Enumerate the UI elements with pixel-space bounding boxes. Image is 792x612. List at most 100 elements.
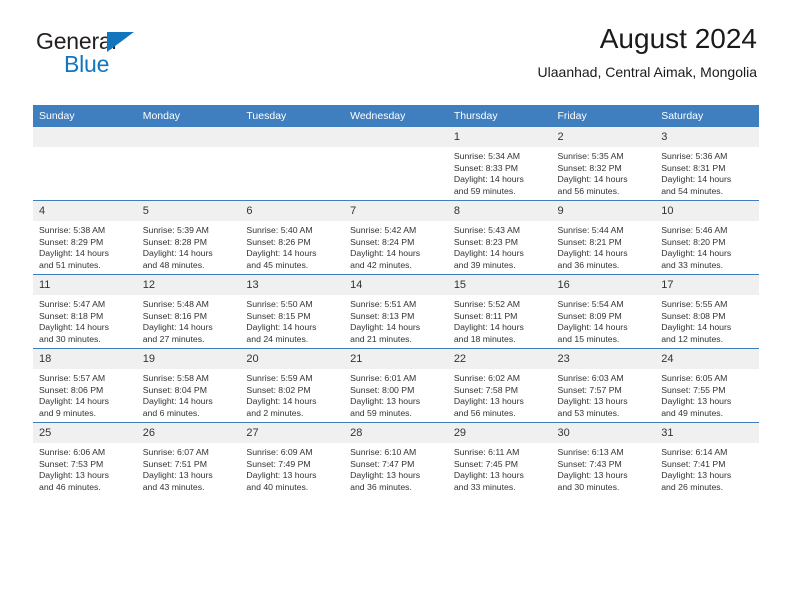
weekday-header-friday: Friday [551, 105, 656, 127]
sunrise-text: Sunrise: 5:35 AM [557, 151, 624, 161]
daylight-text-line1: Daylight: 13 hours [661, 396, 732, 407]
day-cell[interactable]: 29 Sunrise: 6:11 AM Sunset: 7:45 PM Dayligh… [447, 422, 552, 496]
daylight-text-line2: and 39 minutes. [453, 259, 516, 270]
daylight-text-line2: and 48 minutes. [142, 259, 205, 270]
sunset-text: Sunset: 8:24 PM [350, 236, 415, 247]
daylight-text-line1: Daylight: 14 hours [246, 396, 317, 407]
sunset-text: Sunset: 8:04 PM [142, 384, 207, 395]
logo-text-general: General [36, 28, 117, 54]
weekday-header-thursday: Thursday [447, 105, 552, 127]
day-details: Sunrise: 5:52 AM Sunset: 8:11 PM Daylight:… [448, 295, 552, 345]
calendar-week-row: 25 Sunrise: 6:06 AM Sunset: 7:53 PM Dayligh… [33, 422, 759, 496]
day-details: Sunrise: 5:43 AM Sunset: 8:23 PM Daylight:… [448, 221, 552, 271]
weekday-header-saturday: Saturday [655, 105, 759, 127]
day-cell[interactable]: 16 Sunrise: 5:54 AM Sunset: 8:09 PM Dayligh… [551, 274, 656, 349]
daylight-text-line2: and 30 minutes. [39, 333, 101, 344]
daylight-text-line1: Daylight: 14 hours [350, 248, 421, 259]
daylight-text-line1: Daylight: 14 hours [142, 322, 213, 333]
day-cell[interactable]: 25 Sunrise: 6:06 AM Sunset: 7:53 PM Dayligh… [33, 422, 137, 496]
logo-triangle-icon [107, 32, 134, 52]
day-cell[interactable]: 6 Sunrise: 5:40 AM Sunset: 8:26 PM Daylight… [240, 200, 345, 275]
day-details: Sunrise: 5:47 AM Sunset: 8:18 PM Daylight:… [33, 295, 137, 345]
logo-text-blue: Blue [64, 51, 110, 77]
day-number: 7 [344, 201, 448, 221]
day-cell[interactable]: 10 Sunrise: 5:46 AM Sunset: 8:20 PM Dayligh… [655, 200, 759, 275]
day-cell[interactable]: 30 Sunrise: 6:13 AM Sunset: 7:43 PM Dayligh… [551, 422, 656, 496]
day-cell[interactable]: 3 Sunrise: 5:36 AM Sunset: 8:31 PM Daylight… [655, 127, 759, 201]
sunrise-text: Sunrise: 5:40 AM [246, 225, 313, 235]
day-cell[interactable]: 11 Sunrise: 5:47 AM Sunset: 8:18 PM Dayligh… [33, 274, 137, 349]
day-cell[interactable]: 14 Sunrise: 5:51 AM Sunset: 8:13 PM Dayligh… [344, 274, 448, 349]
day-number: 13 [240, 275, 345, 295]
day-details: Sunrise: 5:58 AM Sunset: 8:04 PM Daylight:… [137, 369, 241, 419]
day-number [33, 127, 137, 147]
day-number: 30 [551, 423, 656, 443]
day-details [33, 147, 137, 151]
day-cell[interactable]: 1 Sunrise: 5:34 AM Sunset: 8:33 PM Daylight… [447, 127, 552, 201]
day-number: 26 [136, 423, 241, 443]
calendar-week-row: 11 Sunrise: 5:47 AM Sunset: 8:18 PM Dayligh… [33, 274, 759, 349]
day-details: Sunrise: 5:42 AM Sunset: 8:24 PM Daylight:… [344, 221, 448, 271]
day-cell[interactable]: 7 Sunrise: 5:42 AM Sunset: 8:24 PM Daylight… [344, 200, 448, 275]
sunset-text: Sunset: 8:18 PM [39, 310, 104, 321]
day-cell[interactable]: 28 Sunrise: 6:10 AM Sunset: 7:47 PM Dayligh… [344, 422, 448, 496]
day-cell[interactable]: 27 Sunrise: 6:09 AM Sunset: 7:49 PM Dayligh… [240, 422, 345, 496]
day-cell[interactable]: 15 Sunrise: 5:52 AM Sunset: 8:11 PM Dayligh… [447, 274, 552, 349]
weekday-header-tuesday: Tuesday [240, 105, 345, 127]
generalblue-logo[interactable]: General Blue [36, 30, 236, 78]
day-cell[interactable]: 5 Sunrise: 5:39 AM Sunset: 8:28 PM Daylight… [136, 200, 241, 275]
day-details: Sunrise: 5:50 AM Sunset: 8:15 PM Daylight:… [240, 295, 344, 345]
sunrise-text: Sunrise: 6:02 AM [453, 373, 520, 383]
sunrise-text: Sunrise: 5:38 AM [39, 225, 106, 235]
sunset-text: Sunset: 8:21 PM [557, 236, 622, 247]
day-number: 2 [551, 127, 656, 147]
day-cell[interactable]: 8 Sunrise: 5:43 AM Sunset: 8:23 PM Daylight… [447, 200, 552, 275]
day-cell[interactable]: 19 Sunrise: 5:58 AM Sunset: 8:04 PM Dayligh… [136, 348, 241, 423]
day-cell[interactable] [240, 127, 345, 201]
day-cell[interactable]: 23 Sunrise: 6:03 AM Sunset: 7:57 PM Dayligh… [551, 348, 656, 423]
day-cell[interactable]: 9 Sunrise: 5:44 AM Sunset: 8:21 PM Daylight… [551, 200, 656, 275]
day-number: 22 [447, 349, 552, 369]
sunset-text: Sunset: 8:32 PM [557, 162, 622, 173]
daylight-text-line1: Daylight: 14 hours [142, 248, 213, 259]
day-cell[interactable]: 22 Sunrise: 6:02 AM Sunset: 7:58 PM Dayligh… [447, 348, 552, 423]
day-cell[interactable]: 12 Sunrise: 5:48 AM Sunset: 8:16 PM Dayligh… [136, 274, 241, 349]
sunset-text: Sunset: 8:29 PM [39, 236, 104, 247]
daylight-text-line2: and 53 minutes. [557, 407, 620, 418]
daylight-text-line2: and 56 minutes. [453, 407, 516, 418]
day-cell[interactable]: 17 Sunrise: 5:55 AM Sunset: 8:08 PM Dayligh… [655, 274, 759, 349]
sunset-text: Sunset: 8:20 PM [661, 236, 726, 247]
day-number: 16 [551, 275, 656, 295]
day-cell[interactable] [33, 127, 137, 201]
day-details [240, 147, 344, 151]
day-cell[interactable]: 20 Sunrise: 5:59 AM Sunset: 8:02 PM Dayligh… [240, 348, 345, 423]
day-cell[interactable]: 18 Sunrise: 5:57 AM Sunset: 8:06 PM Dayligh… [33, 348, 137, 423]
day-details: Sunrise: 5:44 AM Sunset: 8:21 PM Daylight:… [552, 221, 656, 271]
sunrise-text: Sunrise: 6:07 AM [142, 447, 209, 457]
daylight-text-line2: and 54 minutes. [661, 185, 724, 196]
day-details: Sunrise: 6:10 AM Sunset: 7:47 PM Daylight:… [344, 443, 448, 493]
day-cell[interactable]: 2 Sunrise: 5:35 AM Sunset: 8:32 PM Daylight… [551, 127, 656, 201]
day-cell[interactable] [344, 127, 448, 201]
day-cell[interactable] [136, 127, 241, 201]
sunrise-text: Sunrise: 5:50 AM [246, 299, 313, 309]
daylight-text-line2: and 6 minutes. [142, 407, 200, 418]
sunset-text: Sunset: 8:23 PM [453, 236, 519, 247]
daylight-text-line2: and 9 minutes. [39, 407, 96, 418]
sunrise-text: Sunrise: 5:36 AM [661, 151, 728, 161]
page-subtitle: Ulaanhad, Central Aimak, Mongolia [537, 64, 757, 80]
day-cell[interactable]: 26 Sunrise: 6:07 AM Sunset: 7:51 PM Dayligh… [136, 422, 241, 496]
day-cell[interactable]: 31 Sunrise: 6:14 AM Sunset: 7:41 PM Dayligh… [655, 422, 759, 496]
sunset-text: Sunset: 8:31 PM [661, 162, 726, 173]
sunset-text: Sunset: 8:13 PM [350, 310, 415, 321]
day-cell[interactable]: 21 Sunrise: 6:01 AM Sunset: 8:00 PM Dayligh… [344, 348, 448, 423]
calendar-week-row: 4 Sunrise: 5:38 AM Sunset: 8:29 PM Daylight… [33, 200, 759, 275]
day-cell[interactable]: 4 Sunrise: 5:38 AM Sunset: 8:29 PM Daylight… [33, 200, 137, 275]
day-cell[interactable]: 24 Sunrise: 6:05 AM Sunset: 7:55 PM Dayligh… [655, 348, 759, 423]
day-details: Sunrise: 6:13 AM Sunset: 7:43 PM Daylight:… [552, 443, 656, 493]
day-number: 25 [33, 423, 137, 443]
daylight-text-line2: and 15 minutes. [557, 333, 620, 344]
calendar-page: General Blue August 2024 Ulaanhad, Centr… [0, 0, 792, 612]
day-cell[interactable]: 13 Sunrise: 5:50 AM Sunset: 8:15 PM Dayligh… [240, 274, 345, 349]
daylight-text-line2: and 43 minutes. [142, 481, 205, 492]
